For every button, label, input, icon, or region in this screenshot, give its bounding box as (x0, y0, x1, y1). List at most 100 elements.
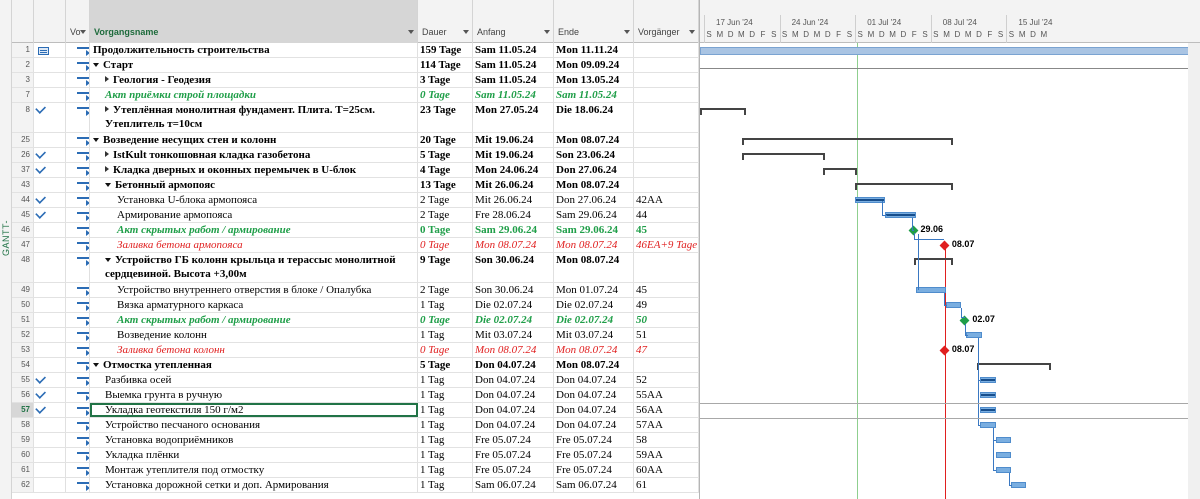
task-mode-cell[interactable] (66, 328, 90, 342)
milestone-diamond[interactable] (939, 345, 950, 356)
table-row[interactable]: 56 Выемка грунта в ручную 1 Tag Don 04.07.2… (12, 388, 699, 403)
row-id[interactable]: 37 (12, 163, 34, 177)
duration-cell[interactable]: 0 Tage (418, 223, 473, 237)
duration-cell[interactable]: 3 Tage (418, 73, 473, 87)
predecessors-cell[interactable] (634, 253, 699, 282)
end-cell[interactable]: Mit 03.07.24 (554, 328, 634, 342)
task-mode-cell[interactable] (66, 223, 90, 237)
predecessors-cell[interactable] (634, 103, 699, 132)
task-name[interactable]: IstKult тонкошовная кладка газобетона (90, 148, 418, 162)
predecessors-cell[interactable]: 60AA (634, 463, 699, 477)
table-row[interactable]: 25 Возведение несущих стен и колонн 20 Tag… (12, 133, 699, 148)
gantt-chart[interactable]: 17 Jun '24 24 Jun '24 01 Jul '24 08 Jul '24… (699, 0, 1200, 499)
table-row[interactable]: 50 Вязка арматурного каркаса 1 Tag Die 02.0… (12, 298, 699, 313)
row-id[interactable]: 1 (12, 43, 34, 57)
header-row-id[interactable] (12, 0, 34, 43)
table-row[interactable]: 44 Установка U-блока армопояса 2 Tage Mit 2… (12, 193, 699, 208)
end-cell[interactable]: Fre 05.07.24 (554, 448, 634, 462)
start-cell[interactable]: Fre 05.07.24 (473, 433, 554, 447)
task-name[interactable]: Установка дорожной сетки и доп. Армирова… (90, 478, 418, 492)
end-cell[interactable]: Mon 08.07.24 (554, 343, 634, 357)
collapse-arrow-icon[interactable] (93, 138, 99, 142)
predecessors-cell[interactable]: 44 (634, 208, 699, 222)
row-id[interactable]: 54 (12, 358, 34, 372)
start-cell[interactable]: Sam 11.05.24 (473, 43, 554, 57)
task-name[interactable]: Выемка грунта в ручную (90, 388, 418, 402)
end-cell[interactable]: Sam 06.07.24 (554, 478, 634, 492)
predecessors-cell[interactable]: 59AA (634, 448, 699, 462)
predecessors-cell[interactable]: 50 (634, 313, 699, 327)
task-name[interactable]: Армирование армопояса (90, 208, 418, 222)
collapse-arrow-icon[interactable] (105, 183, 111, 187)
start-cell[interactable]: Mon 27.05.24 (473, 103, 554, 132)
end-cell[interactable]: Mon 13.05.24 (554, 73, 634, 87)
end-cell[interactable]: Mon 11.11.24 (554, 43, 634, 57)
start-cell[interactable]: Mit 26.06.24 (473, 178, 554, 192)
start-cell[interactable]: Die 02.07.24 (473, 298, 554, 312)
duration-cell[interactable]: 159 Tage (418, 43, 473, 57)
row-id[interactable]: 57 (12, 403, 34, 417)
start-cell[interactable]: Sam 29.06.24 (473, 223, 554, 237)
table-row[interactable]: 57 Укладка геотекстиля 150 г/м2 1 Tag Don 0… (12, 403, 699, 418)
predecessors-cell[interactable] (634, 133, 699, 147)
milestone-diamond[interactable] (939, 240, 950, 251)
row-id[interactable]: 2 (12, 58, 34, 72)
task-mode-cell[interactable] (66, 298, 90, 312)
header-task-name[interactable]: Vorgangsname (90, 0, 418, 43)
duration-cell[interactable]: 0 Tage (418, 313, 473, 327)
task-mode-cell[interactable] (66, 208, 90, 222)
end-cell[interactable]: Mon 08.07.24 (554, 133, 634, 147)
end-cell[interactable]: Fre 05.07.24 (554, 433, 634, 447)
end-cell[interactable]: Sam 29.06.24 (554, 223, 634, 237)
expand-arrow-icon[interactable] (105, 151, 109, 157)
task-mode-cell[interactable] (66, 358, 90, 372)
table-row[interactable]: 43 Бетонный армопояс 13 Tage Mit 26.06.24 Mo… (12, 178, 699, 193)
duration-cell[interactable]: 1 Tag (418, 463, 473, 477)
end-cell[interactable]: Son 23.06.24 (554, 148, 634, 162)
task-name[interactable]: Возведение колонн (90, 328, 418, 342)
predecessors-cell[interactable]: 61 (634, 478, 699, 492)
predecessors-cell[interactable]: 42AA (634, 193, 699, 207)
task-name[interactable]: Разбивка осей (90, 373, 418, 387)
duration-cell[interactable]: 2 Tage (418, 283, 473, 297)
start-cell[interactable]: Son 30.06.24 (473, 253, 554, 282)
header-predecessors[interactable]: Vorgänger (634, 0, 699, 43)
row-id[interactable]: 47 (12, 238, 34, 252)
task-mode-cell[interactable] (66, 388, 90, 402)
task-name[interactable]: Установка U-блока армопояса (90, 193, 418, 207)
task-name[interactable]: Устройство внутреннего отверстия в блоке… (90, 283, 418, 297)
task-mode-cell[interactable] (66, 448, 90, 462)
start-cell[interactable]: Don 04.07.24 (473, 373, 554, 387)
header-end[interactable]: Ende (554, 0, 634, 43)
chevron-down-icon[interactable] (624, 30, 630, 34)
task-name[interactable]: Акт скрытых работ / армирование (90, 223, 418, 237)
task-name[interactable]: Заливка бетона колонн (90, 343, 418, 357)
row-id[interactable]: 62 (12, 478, 34, 492)
end-cell[interactable]: Die 02.07.24 (554, 313, 634, 327)
row-id[interactable]: 61 (12, 463, 34, 477)
collapse-arrow-icon[interactable] (93, 63, 99, 67)
row-id[interactable]: 44 (12, 193, 34, 207)
task-name[interactable]: Акт приёмки строй площадки (90, 88, 418, 102)
start-cell[interactable]: Mit 26.06.24 (473, 193, 554, 207)
task-mode-cell[interactable] (66, 148, 90, 162)
row-id[interactable]: 60 (12, 448, 34, 462)
duration-cell[interactable]: 0 Tage (418, 343, 473, 357)
duration-cell[interactable]: 4 Tage (418, 163, 473, 177)
end-cell[interactable]: Die 02.07.24 (554, 298, 634, 312)
row-id[interactable]: 45 (12, 208, 34, 222)
table-row[interactable]: 61 Монтаж утеплителя под отмостку 1 Tag Fre… (12, 463, 699, 478)
task-mode-cell[interactable] (66, 373, 90, 387)
task-name[interactable]: Устройство ГБ колонн крыльца и терассыс … (90, 253, 418, 282)
row-id[interactable]: 51 (12, 313, 34, 327)
end-cell[interactable]: Sam 11.05.24 (554, 88, 634, 102)
task-mode-cell[interactable] (66, 58, 90, 72)
duration-cell[interactable]: 2 Tage (418, 193, 473, 207)
start-cell[interactable]: Mit 03.07.24 (473, 328, 554, 342)
table-row[interactable]: 47 Заливка бетона армопояса 0 Tage Mon 08.0… (12, 238, 699, 253)
duration-cell[interactable]: 0 Tage (418, 238, 473, 252)
end-cell[interactable]: Mon 01.07.24 (554, 283, 634, 297)
predecessors-cell[interactable] (634, 73, 699, 87)
start-cell[interactable]: Fre 28.06.24 (473, 208, 554, 222)
table-row[interactable]: 49 Устройство внутреннего отверстия в бло… (12, 283, 699, 298)
